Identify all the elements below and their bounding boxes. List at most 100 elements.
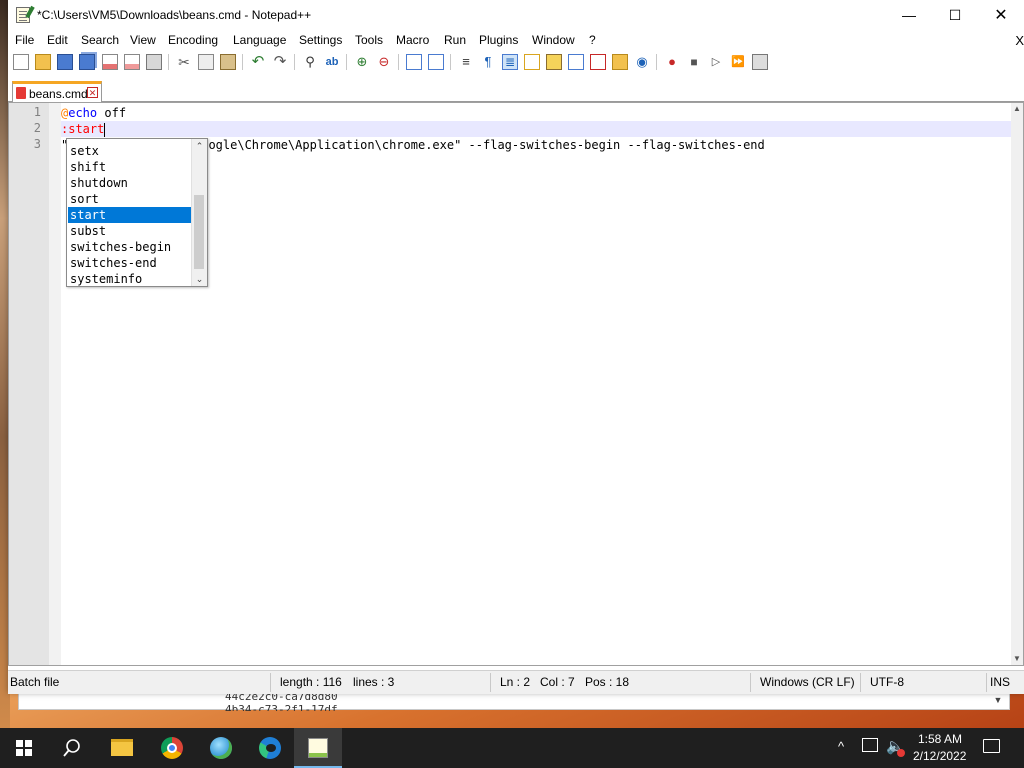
autocomplete-item[interactable]: shutdown [68,175,194,191]
monitoring-icon[interactable]: ◉ [634,54,650,70]
chevron-up-icon[interactable]: ▲ [1011,103,1023,115]
open-file-icon[interactable] [35,54,51,70]
minimize-button[interactable]: — [886,0,932,31]
network-icon[interactable] [862,738,878,752]
copy-icon[interactable] [198,54,214,70]
maximize-button[interactable]: ☐ [932,0,978,31]
language-define-icon[interactable] [524,54,540,70]
zoom-out-icon[interactable]: ⊖ [376,54,392,70]
search-button[interactable] [48,728,96,768]
autocomplete-popup[interactable]: setx shift shutdown sort start subst swi… [66,138,208,287]
menu-help[interactable]: ? [589,33,596,47]
zoom-in-icon[interactable]: ⊕ [354,54,370,70]
fold-margin[interactable] [49,103,61,665]
sync-horizontal-icon[interactable] [428,54,444,70]
chrome-button[interactable] [148,728,196,768]
close-icon[interactable]: ✕ [87,87,98,98]
menu-tools[interactable]: Tools [355,33,383,47]
close-document-icon[interactable]: X [1015,33,1024,48]
chevron-up-icon[interactable]: ⌃ [192,139,207,153]
autocomplete-item[interactable]: subst [68,223,194,239]
edge-button[interactable] [246,728,294,768]
autocomplete-item[interactable]: switches-begin [68,239,194,255]
autocomplete-item-selected[interactable]: start [68,207,194,223]
menu-settings[interactable]: Settings [299,33,342,47]
menu-language[interactable]: Language [233,33,286,47]
autocomplete-item[interactable]: systeminfo [68,271,194,287]
project-panel-icon[interactable] [612,54,628,70]
word-wrap-icon[interactable]: ≡ [458,54,474,70]
notepadpp-taskbar-button[interactable] [294,728,342,768]
start-button[interactable] [0,728,48,768]
autocomplete-item[interactable]: switches-end [68,255,194,271]
indent-guide-icon[interactable]: ≣ [502,54,518,70]
search-icon [63,739,80,757]
show-all-characters-icon[interactable]: ¶ [480,54,496,70]
save-icon[interactable] [57,54,73,70]
title-bar[interactable]: *C:\Users\VM5\Downloads\beans.cmd - Note… [8,0,1024,31]
background-window-text: 4b34-c73-2f1-17df [225,703,338,711]
autocomplete-item[interactable]: shift [68,159,194,175]
code-token: echo [68,106,98,120]
menu-window[interactable]: Window [532,33,575,47]
control-panel-button[interactable] [197,728,245,768]
menu-run[interactable]: Run [444,33,466,47]
function-list-icon[interactable] [568,54,584,70]
chevron-up-icon[interactable]: ^ [838,739,844,754]
new-file-icon[interactable] [13,54,29,70]
windows-logo-icon [16,740,32,756]
menu-plugins[interactable]: Plugins [479,33,518,47]
notepadpp-app-icon[interactable] [16,7,30,23]
status-line-number: Ln : 2 [500,675,531,689]
run-macro-multiple-icon[interactable]: ⏩ [730,54,746,70]
menu-file[interactable]: File [15,33,34,47]
status-eol[interactable]: Windows (CR LF) [760,675,855,689]
sync-vertical-icon[interactable] [406,54,422,70]
code-token: oogle\Chrome\Application\chrome.exe" --f… [201,138,765,152]
notification-icon[interactable] [983,739,1000,753]
status-insert-mode[interactable]: INS [990,675,1010,689]
close-all-icon[interactable] [124,54,140,70]
save-macro-icon[interactable] [752,54,768,70]
stop-macro-icon[interactable]: ■ [686,54,702,70]
menu-bar: File Edit Search View Encoding Language … [8,31,1024,51]
menu-search[interactable]: Search [81,33,119,47]
code-line[interactable]: @echo off [61,105,1011,121]
print-icon[interactable] [146,54,162,70]
autocomplete-item[interactable]: sort [68,191,194,207]
editor-vertical-scrollbar[interactable]: ▲ ▼ [1011,103,1023,665]
toolbar: ✂ ↶ ↷ ⚲ ab ⊕ ⊖ ≡ ¶ ≣ ◉ ● ■ ▷ ⏩ [8,51,1024,73]
menu-macro[interactable]: Macro [396,33,429,47]
close-file-icon[interactable] [102,54,118,70]
find-icon[interactable]: ⚲ [302,54,318,70]
current-code-line[interactable]: :start [61,121,1011,137]
taskbar: ^ 🔈 1:58 AM 2/12/2022 [0,728,1024,768]
autocomplete-item[interactable]: setx [68,143,194,159]
paste-icon[interactable] [220,54,236,70]
menu-view[interactable]: View [130,33,156,47]
save-all-icon[interactable] [79,54,95,70]
cut-icon[interactable]: ✂ [176,54,192,70]
replace-icon[interactable]: ab [324,54,340,70]
window-title: *C:\Users\VM5\Downloads\beans.cmd - Note… [37,8,312,22]
record-macro-icon[interactable]: ● [664,54,680,70]
play-macro-icon[interactable]: ▷ [708,54,724,70]
chevron-down-icon[interactable]: ▼ [991,693,1005,707]
status-encoding[interactable]: UTF-8 [870,675,904,689]
tab-beans-cmd[interactable]: beans.cmd ✕ [12,81,102,102]
close-button[interactable]: ✕ [978,0,1024,31]
chevron-down-icon[interactable]: ▼ [1011,653,1023,665]
document-map-icon[interactable] [546,54,562,70]
chevron-down-icon[interactable]: ⌄ [192,272,207,286]
undo-icon[interactable]: ↶ [250,54,266,70]
clock-date[interactable]: 2/12/2022 [913,749,966,763]
folder-as-workspace-icon[interactable] [590,54,606,70]
clock-time[interactable]: 1:58 AM [918,732,962,746]
line-number: 2 [33,121,41,135]
autocomplete-scrollbar[interactable]: ⌃ ⌄ [191,139,207,286]
scrollbar-thumb[interactable] [194,195,204,269]
file-explorer-button[interactable] [98,728,146,768]
menu-edit[interactable]: Edit [47,33,68,47]
redo-icon[interactable]: ↷ [272,54,288,70]
menu-encoding[interactable]: Encoding [168,33,218,47]
